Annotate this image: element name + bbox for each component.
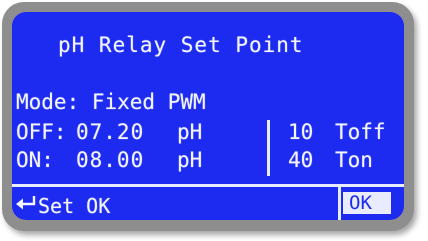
set-ok-label: Set OK: [38, 194, 111, 218]
on-setpoint-value[interactable]: 08.00: [76, 150, 144, 171]
lcd-screen: pH Relay Set Point Mode: Fixed PWM OFF: …: [12, 12, 404, 220]
ton-value[interactable]: 40: [288, 150, 313, 171]
footer-button-divider: [338, 186, 341, 220]
toff-label: Toff: [335, 120, 386, 144]
ok-button[interactable]: OK: [343, 192, 391, 214]
off-setpoint-value[interactable]: 07.20: [76, 122, 144, 143]
ton-label: Ton: [335, 148, 373, 172]
mode-label: Mode: Fixed PWM: [16, 90, 206, 114]
toff-value[interactable]: 10: [288, 122, 313, 143]
on-label: ON:: [16, 148, 54, 172]
off-label: OFF:: [16, 120, 67, 144]
on-unit: pH: [177, 148, 203, 172]
screen-title: pH Relay Set Point: [58, 33, 304, 57]
column-divider: [267, 120, 270, 176]
footer-divider: [12, 184, 404, 187]
enter-return-icon: [16, 196, 36, 210]
off-unit: pH: [177, 120, 203, 144]
